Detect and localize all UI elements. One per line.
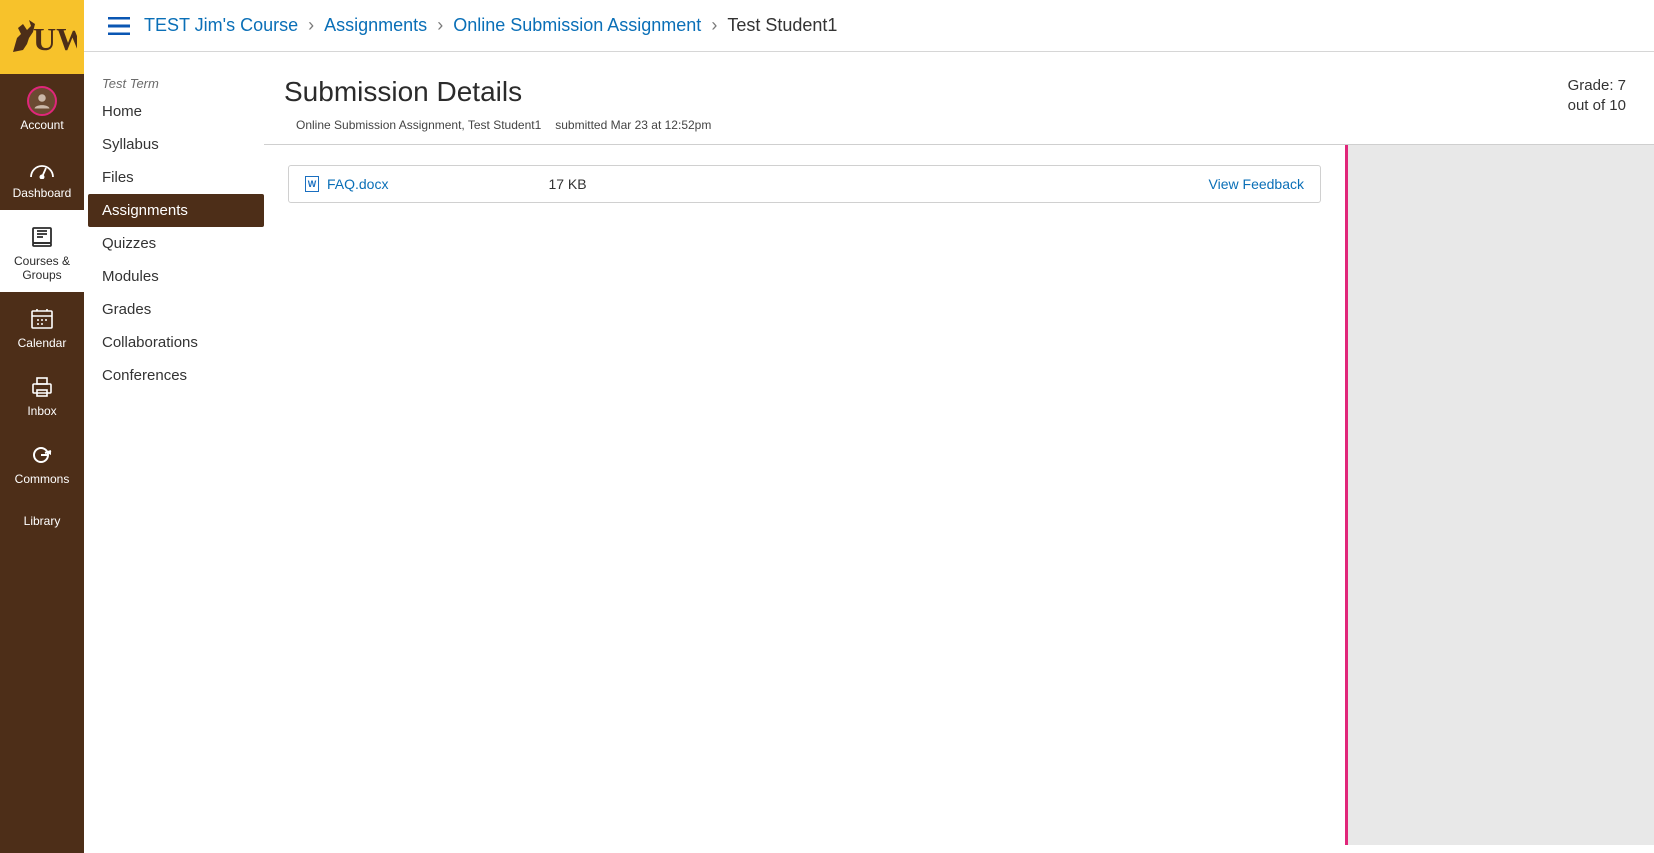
submission-header: Submission Details Online Submission Ass… [264,76,1654,145]
global-nav-inbox[interactable]: Inbox [0,360,84,428]
global-nav-inbox-label: Inbox [0,404,84,418]
breadcrumb-assignment[interactable]: Online Submission Assignment [453,15,701,36]
rubric-side-panel [1345,145,1654,845]
course-menu-toggle-icon[interactable] [108,17,130,35]
main-area: TEST Jim's Course › Assignments › Online… [84,0,1654,853]
breadcrumb-current: Test Student1 [727,15,837,36]
global-nav-commons-label: Commons [0,472,84,486]
commons-share-icon [0,442,84,468]
inbox-printer-icon [0,374,84,400]
global-nav-library[interactable]: Library [0,496,84,538]
account-avatar-icon [0,88,84,114]
grade-outof: out of 10 [1568,96,1626,116]
submission-file-link[interactable]: FAQ.docx [327,176,388,192]
chevron-right-icon: › [308,15,314,36]
uw-logo[interactable]: UW [0,0,84,74]
page-title: Submission Details [284,76,1568,108]
course-nav-quizzes[interactable]: Quizzes [88,227,264,260]
course-term: Test Term [88,76,264,95]
view-feedback-link[interactable]: View Feedback [1209,176,1304,192]
breadcrumb-course[interactable]: TEST Jim's Course [144,15,298,36]
global-nav: UW Account Dashboard [0,0,84,853]
course-nav-grades[interactable]: Grades [88,293,264,326]
global-nav-courses-label: Courses & Groups [0,254,84,282]
grade-value: Grade: 7 [1568,76,1626,96]
submission-meta-assignment: Online Submission Assignment, Test Stude… [296,118,541,132]
global-nav-library-label: Library [0,514,84,528]
course-nav-files[interactable]: Files [88,161,264,194]
course-nav-home[interactable]: Home [88,95,264,128]
global-nav-account-label: Account [0,118,84,132]
content: Submission Details Online Submission Ass… [264,52,1654,853]
course-nav: Test Term Home Syllabus Files Assignment… [84,52,264,853]
courses-book-icon [0,224,84,250]
global-nav-calendar-label: Calendar [0,336,84,350]
global-nav-dashboard-label: Dashboard [0,186,84,200]
topbar: TEST Jim's Course › Assignments › Online… [84,0,1654,52]
course-nav-collaborations[interactable]: Collaborations [88,326,264,359]
submission-meta-time: submitted Mar 23 at 12:52pm [555,118,711,132]
breadcrumb: TEST Jim's Course › Assignments › Online… [144,15,837,36]
course-nav-conferences[interactable]: Conferences [88,359,264,392]
global-nav-calendar[interactable]: Calendar [0,292,84,360]
submission-file-size: 17 KB [548,176,586,192]
global-nav-dashboard[interactable]: Dashboard [0,142,84,210]
course-nav-assignments[interactable]: Assignments [88,194,264,227]
global-nav-account[interactable]: Account [0,74,84,142]
submission-file-row: FAQ.docx 17 KB View Feedback [288,165,1321,203]
global-nav-commons[interactable]: Commons [0,428,84,496]
chevron-right-icon: › [711,15,717,36]
svg-text:UW: UW [33,21,77,57]
global-nav-courses[interactable]: Courses & Groups [0,210,84,292]
calendar-icon [0,306,84,332]
word-doc-icon [305,176,319,192]
dashboard-gauge-icon [0,156,84,182]
breadcrumb-assignments[interactable]: Assignments [324,15,427,36]
grade-box: Grade: 7 out of 10 [1568,76,1626,116]
course-nav-syllabus[interactable]: Syllabus [88,128,264,161]
course-nav-modules[interactable]: Modules [88,260,264,293]
chevron-right-icon: › [437,15,443,36]
